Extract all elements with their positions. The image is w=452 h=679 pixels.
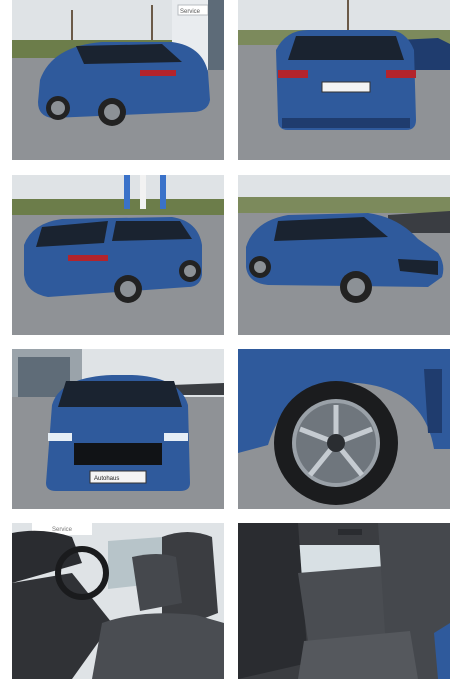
photo-front-seats-7[interactable]: Service <box>12 523 224 679</box>
photo-rear-seats-8[interactable] <box>238 523 450 679</box>
photo-front-left-4[interactable] <box>238 175 450 335</box>
photo-rear-left-1[interactable]: Service <box>12 0 224 160</box>
service-sign-text: Service <box>180 9 201 15</box>
car-photo-image <box>12 175 224 335</box>
car-photo-image: Service <box>12 523 224 679</box>
photo-wheel-6[interactable] <box>238 349 450 509</box>
car-photo-image <box>238 175 450 335</box>
car-photo-image: Autohaus <box>12 349 224 509</box>
photo-rear-2[interactable] <box>238 0 450 160</box>
car-photo-image <box>238 0 450 160</box>
service-sign-text: Service <box>52 527 73 533</box>
car-photo-image: Service <box>12 0 224 160</box>
photo-front-5[interactable]: Autohaus <box>12 349 224 509</box>
photo-gallery: Service Autohaus Service <box>0 0 452 679</box>
car-photo-image <box>238 523 450 679</box>
car-photo-image <box>238 349 450 509</box>
plate-text: Autohaus <box>94 476 119 482</box>
photo-rear-left-3[interactable] <box>12 175 224 335</box>
